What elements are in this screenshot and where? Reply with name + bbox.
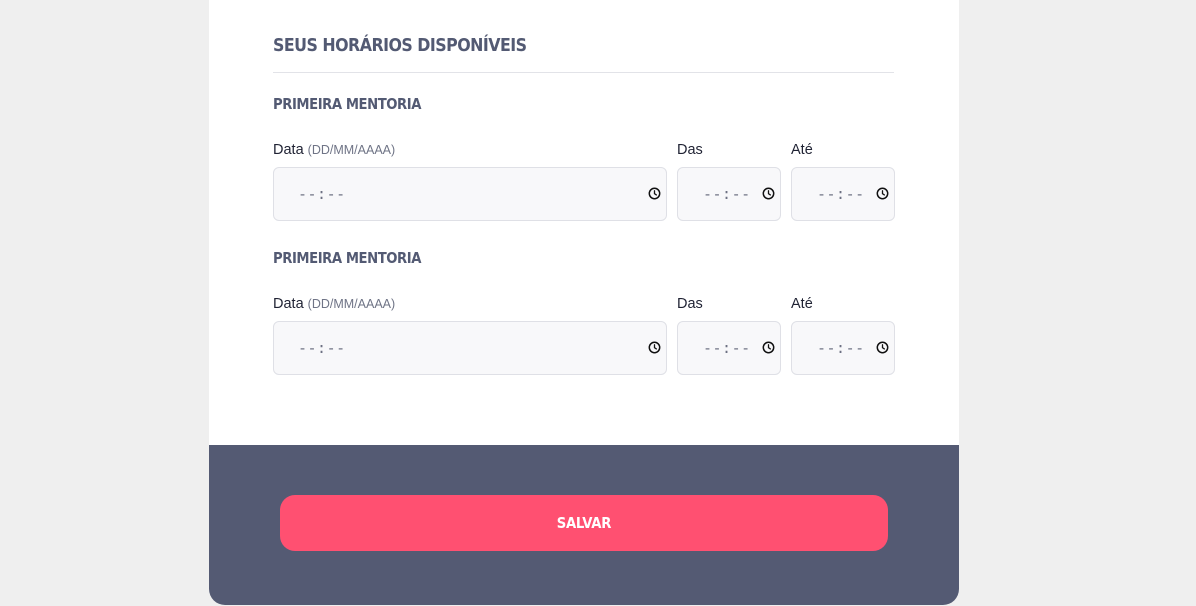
clock-icon[interactable] (648, 341, 661, 354)
save-button[interactable]: SALVAR (280, 495, 888, 551)
to-time-input[interactable]: --:-- (791, 321, 895, 375)
from-label: Das (677, 142, 703, 158)
slot-title: PRIMEIRA MENTORIA (273, 95, 422, 113)
from-time-input[interactable]: --:-- (677, 167, 781, 221)
clock-icon[interactable] (876, 187, 889, 200)
clock-icon[interactable] (762, 341, 775, 354)
mentoring-slot: PRIMEIRA MENTORIA Data (DD/MM/AAAA) Das … (273, 95, 895, 225)
to-time-value: --:-- (817, 339, 865, 357)
to-label: Até (791, 296, 813, 312)
date-input[interactable]: --:-- (273, 167, 667, 221)
to-time-value: --:-- (817, 185, 865, 203)
section-title: SEUS HORÁRIOS DISPONÍVEIS (273, 35, 527, 56)
to-time-input[interactable]: --:-- (791, 167, 895, 221)
date-label-text: Data (273, 142, 304, 158)
clock-icon[interactable] (876, 341, 889, 354)
date-label: Data (DD/MM/AAAA) (273, 142, 395, 158)
date-input[interactable]: --:-- (273, 321, 667, 375)
from-label: Das (677, 296, 703, 312)
date-input-value: --:-- (298, 185, 346, 203)
form-footer: SALVAR (209, 445, 959, 605)
date-input-value: --:-- (298, 339, 346, 357)
section-divider (273, 72, 894, 73)
date-format-hint: (DD/MM/AAAA) (307, 297, 396, 311)
clock-icon[interactable] (762, 187, 775, 200)
slot-title: PRIMEIRA MENTORIA (273, 249, 422, 267)
date-format-hint: (DD/MM/AAAA) (307, 143, 396, 157)
clock-icon[interactable] (648, 187, 661, 200)
mentoring-slot: PRIMEIRA MENTORIA Data (DD/MM/AAAA) Das … (273, 249, 895, 379)
save-button-label: SALVAR (556, 514, 612, 532)
from-time-input[interactable]: --:-- (677, 321, 781, 375)
to-label: Até (791, 142, 813, 158)
from-time-value: --:-- (703, 185, 751, 203)
date-label-text: Data (273, 296, 304, 312)
availability-card: SEUS HORÁRIOS DISPONÍVEIS PRIMEIRA MENTO… (209, 0, 959, 605)
date-label: Data (DD/MM/AAAA) (273, 296, 395, 312)
from-time-value: --:-- (703, 339, 751, 357)
